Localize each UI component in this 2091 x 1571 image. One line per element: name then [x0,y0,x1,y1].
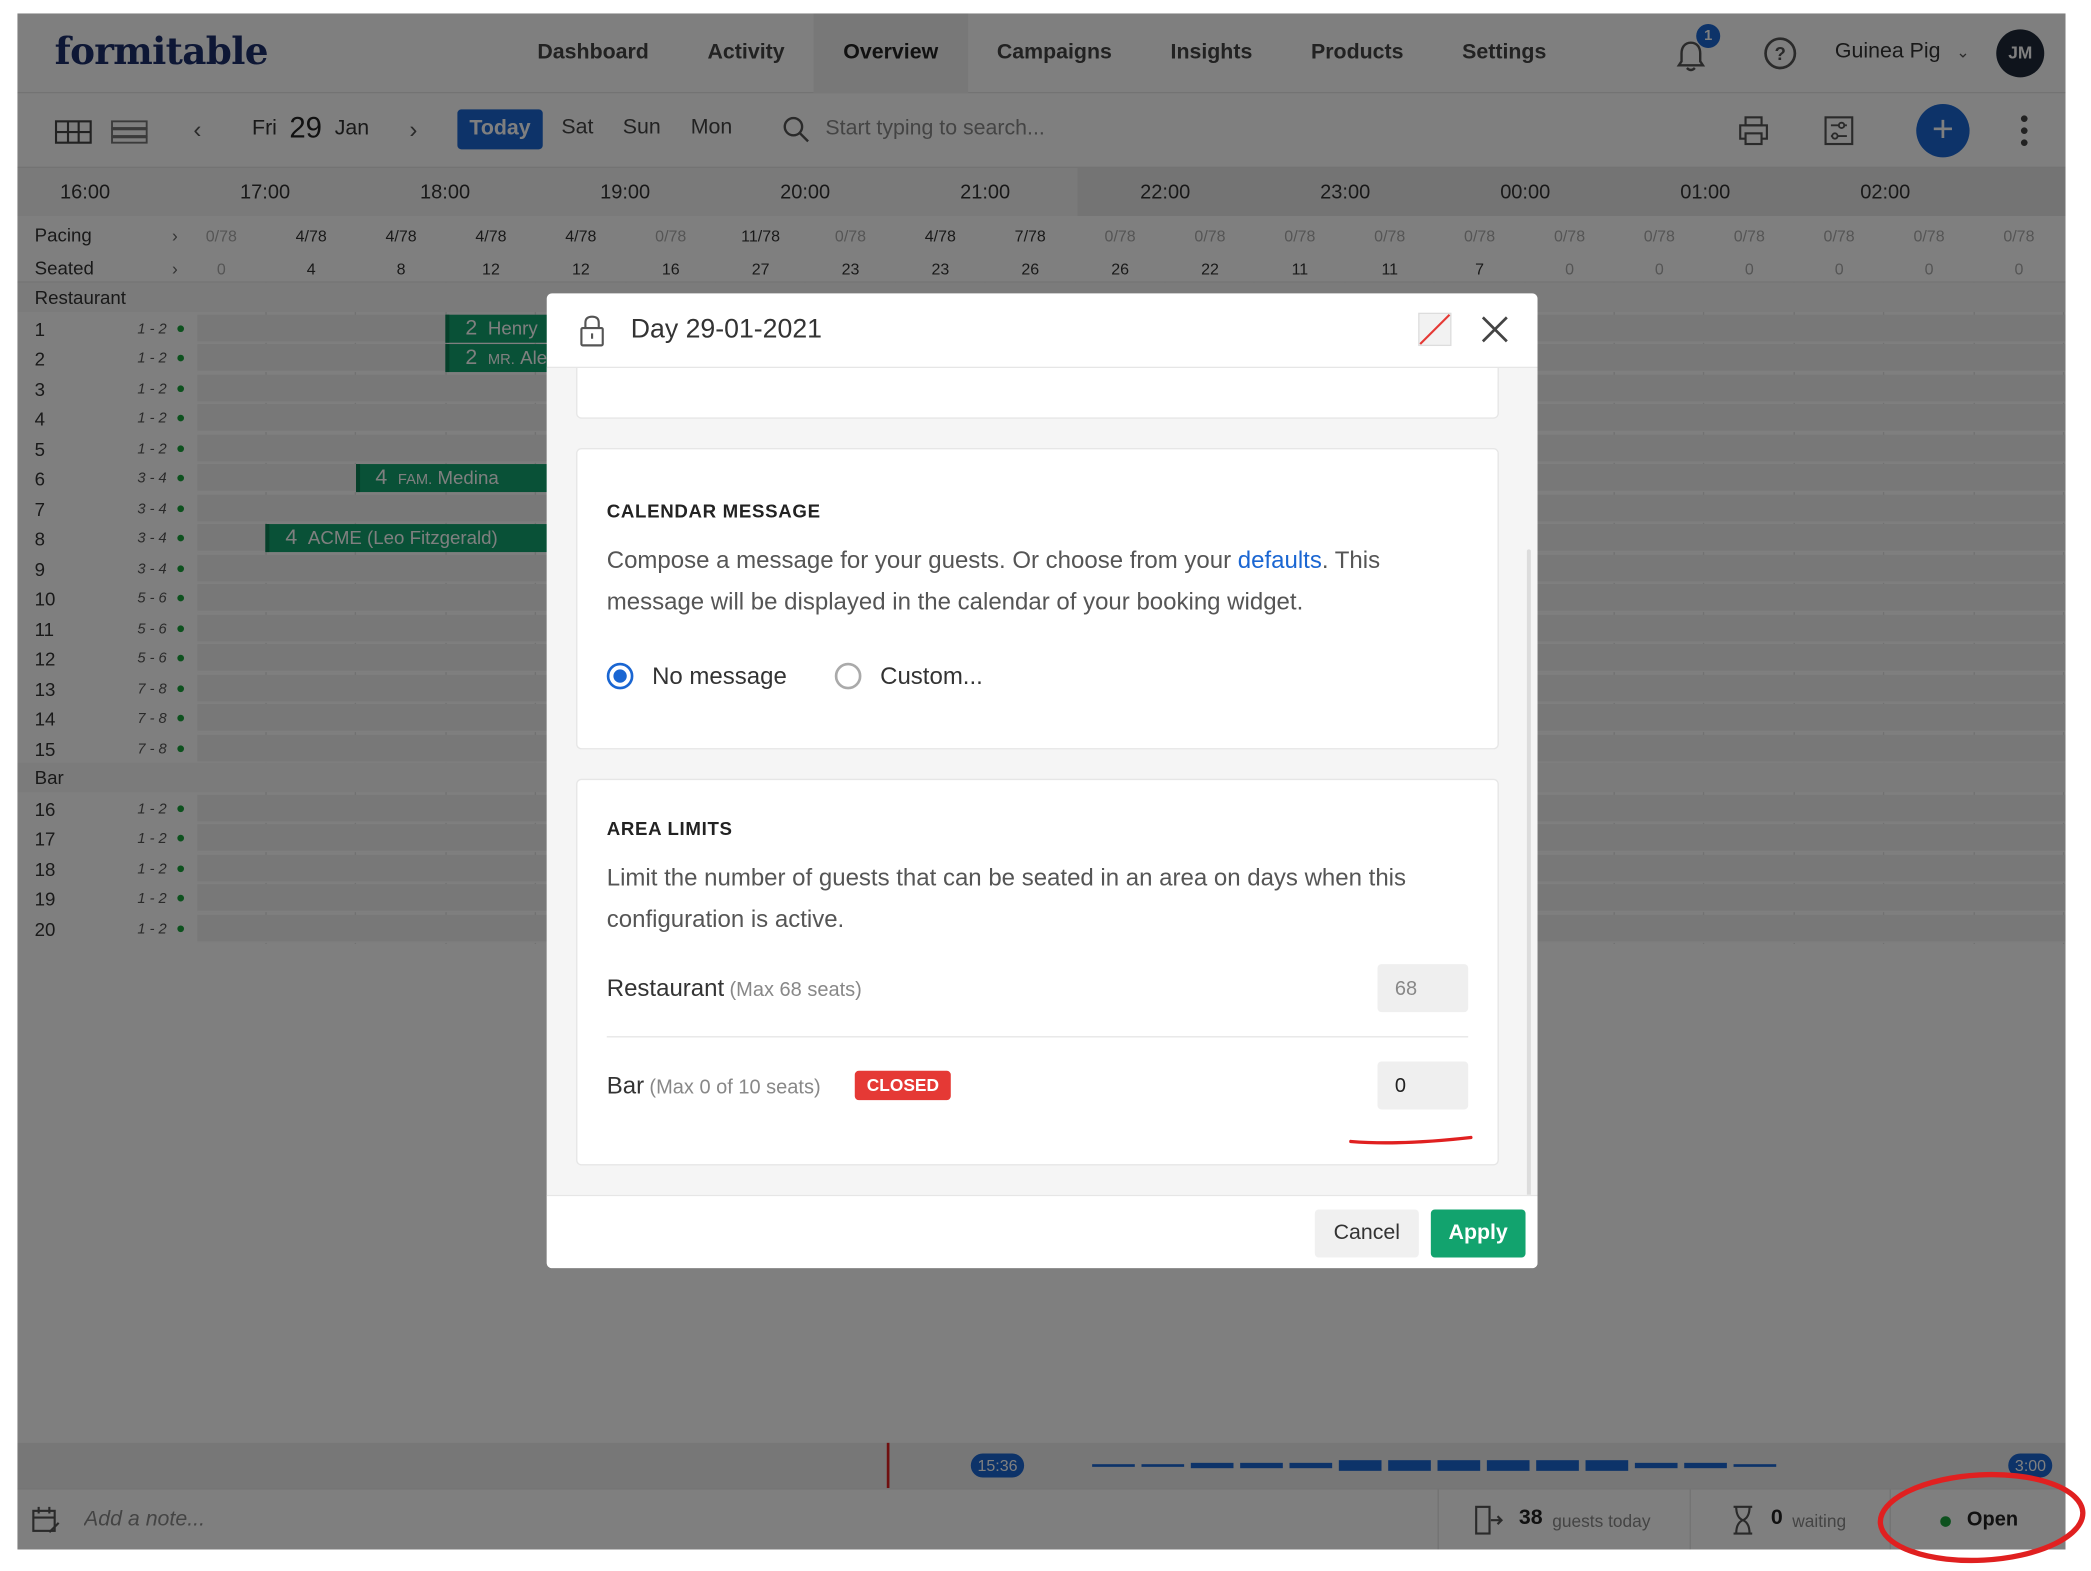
app-window: formitable Dashboard Activity Overview C… [17,13,2066,1550]
red-circle-annotation [1877,1471,2086,1564]
card-previous [576,368,1499,419]
apply-button[interactable]: Apply [1430,1209,1526,1258]
area-limits-desc: Limit the number of guests that can be s… [606,864,1407,933]
day-settings-modal: Day 29-01-2021 CALENDAR MESSAGE Compose … [546,293,1538,1269]
bar-area-label: Bar (Max 0 of 10 seats) [606,1072,821,1099]
radio-no-message-label[interactable]: No message [652,663,787,691]
calendar-message-desc: Compose a message for your guests. Or ch… [606,546,1381,615]
modal-header: Day 29-01-2021 [546,293,1538,369]
modal-footer: Cancel Apply [546,1194,1538,1269]
modal-title: Day 29-01-2021 [630,314,823,345]
restaurant-limit-input[interactable] [1377,964,1469,1013]
red-underline-annotation [1349,1135,1473,1145]
area-limits-card: AREA LIMITS Limit the number of guests t… [576,778,1499,1166]
radio-no-message[interactable] [606,662,634,690]
bar-limit-input[interactable] [1377,1061,1469,1110]
no-color-icon[interactable] [1418,312,1453,347]
calendar-message-card: CALENDAR MESSAGE Compose a message for y… [576,448,1499,750]
area-limits-title: AREA LIMITS [606,817,733,839]
cancel-button[interactable]: Cancel [1314,1209,1419,1258]
calendar-message-title: CALENDAR MESSAGE [606,500,821,522]
lock-icon[interactable] [579,315,606,347]
modal-scrollbar[interactable] [1526,549,1531,1195]
radio-custom-label[interactable]: Custom... [880,663,983,691]
divider [606,1036,1469,1038]
restaurant-area-label: Restaurant (Max 68 seats) [606,974,862,1002]
radio-custom[interactable] [834,662,862,690]
modal-body[interactable]: CALENDAR MESSAGE Compose a message for y… [546,368,1538,1195]
close-icon[interactable] [1480,315,1509,344]
closed-badge: CLOSED [854,1070,952,1101]
defaults-link[interactable]: defaults [1238,547,1322,574]
